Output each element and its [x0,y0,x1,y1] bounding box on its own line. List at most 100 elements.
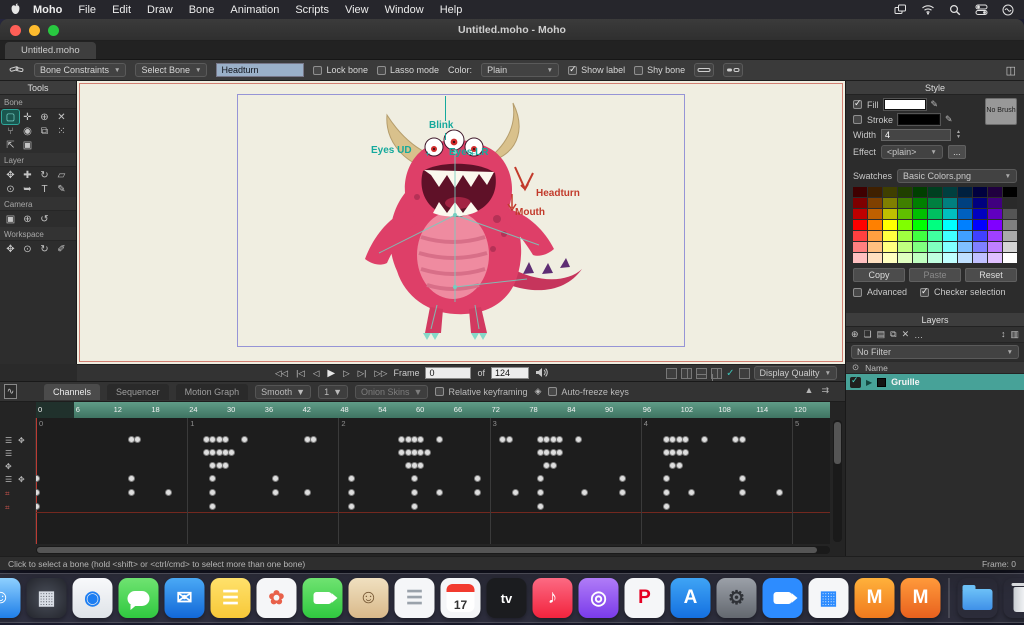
new-bone-layer-button[interactable]: ⊕ [851,329,859,340]
keyframe-channel-row-1-f16[interactable] [133,436,141,443]
jump-start-button[interactable]: ◁◁ [275,368,288,379]
dock-launchpad-icon[interactable]: ▦ [26,578,67,618]
bind-points-tool-icon[interactable]: ⁙ [53,124,70,138]
scroll-to-frame-icon[interactable]: ▲ [805,385,814,396]
dock-photos-icon[interactable]: ✿ [256,578,297,618]
layer-filter-dropdown[interactable]: No Filter ▼ [851,345,1019,359]
keyframe-channel-row-4-f112[interactable] [738,475,746,482]
more-options-button[interactable]: … [914,330,923,340]
audio-mute-icon[interactable] [535,367,548,380]
new-layer-button[interactable]: ▤ [877,329,886,340]
zoom-camera-tool-icon[interactable]: ⊕ [19,212,36,226]
keyframe-shield-icon[interactable]: ◈ [534,386,541,397]
single-view-toggle[interactable] [666,367,678,379]
swatch-cell-0-1[interactable] [868,187,882,197]
no-brush-button[interactable]: No Brush [985,98,1017,125]
swatch-cell-1-1[interactable] [868,198,882,208]
set-origin-tool-icon[interactable]: ⊙ [2,182,19,196]
keyframe-channel-row-4-f50[interactable] [348,475,355,482]
swatch-cell-3-0[interactable] [853,220,867,230]
dock-trash-icon[interactable] [1004,578,1024,618]
swatch-cell-6-2[interactable] [883,253,897,263]
swatch-cell-5-9[interactable] [988,242,1002,252]
swatch-cell-4-3[interactable] [898,231,912,241]
split-vertical-toggle[interactable] [681,367,693,379]
swatch-cell-3-4[interactable] [913,220,927,230]
menu-edit[interactable]: Edit [112,4,131,16]
swatch-cell-0-5[interactable] [928,187,942,197]
swatch-cell-3-9[interactable] [988,220,1002,230]
frame-ruler[interactable]: 0 6 12 18 24 30 36 42 48 54 60 66 72 78 84 90 96 102 108 11… [36,402,830,418]
bone-name-input[interactable] [216,63,305,77]
keyframe-channel-row-3-f102[interactable] [675,462,683,469]
stroke-checkbox[interactable] [853,115,862,124]
next-keyframe-button[interactable]: ▷| [358,368,367,379]
dock-pinterest-icon[interactable]: P [624,578,665,618]
keyframe-channel-row-5-f64[interactable] [436,489,444,496]
channel-row-4-channel-icon-1[interactable]: ✥ [18,475,25,484]
channel-row-3-channel-icon-0[interactable]: ✥ [5,462,12,471]
swatch-cell-0-4[interactable] [913,187,927,197]
menu-file[interactable]: File [78,4,96,16]
keyframe-channel-row-2-f62[interactable] [423,449,431,456]
pan-workspace-tool-icon[interactable]: ✥ [2,242,19,256]
reset-button[interactable]: Reset [965,268,1017,282]
keyframe-channel-row-1-f64[interactable] [436,436,444,443]
swatch-cell-3-2[interactable] [883,220,897,230]
canvas[interactable]: Blink Eyes UD Eyes LR + + Headturn Mouth [77,81,845,364]
swatch-cell-1-5[interactable] [928,198,942,208]
dock-facetime-icon[interactable] [302,578,343,618]
effect-dropdown[interactable]: <plain> ▼ [880,145,943,159]
swatch-cell-5-0[interactable] [853,242,867,252]
swatch-cell-4-4[interactable] [913,231,927,241]
layer-expand-arrow[interactable]: ▶ [866,378,872,387]
zoom-window-button[interactable] [48,25,59,36]
keyframe-channel-row-5-f112[interactable] [738,489,746,496]
keyframe-channel-row-6-f0[interactable] [36,503,40,510]
roll-camera-tool-icon[interactable]: ↺ [36,212,53,226]
keyframe-channel-row-6-f60[interactable] [411,503,418,510]
swatch-cell-3-1[interactable] [868,220,882,230]
lock-bone-checkbox[interactable]: Lock bone [313,65,368,75]
swatch-cell-4-8[interactable] [973,231,987,241]
dock-reminders-icon[interactable]: ☰ [394,578,435,618]
select-bone-dropdown[interactable]: Select Bone ▼ [135,63,208,77]
bone-constraints-dropdown[interactable]: Bone Constraints ▼ [34,63,127,77]
swatch-cell-4-7[interactable] [958,231,972,241]
add-bone-tool-icon[interactable]: ⊕ [36,110,53,124]
show-bones-button[interactable] [694,63,715,77]
keyframe-channel-row-5-f0[interactable] [36,489,40,496]
layer-row[interactable]: ▶ Gruille [846,374,1024,390]
keyframe-channel-row-4-f15[interactable] [127,475,135,482]
keyframe-channel-row-5-f70[interactable] [474,489,481,496]
stroke-width-input[interactable] [881,129,952,141]
fill-eyedropper-icon[interactable]: ✎ [931,99,939,110]
timeline-options-icon[interactable]: ⇉ [821,385,829,396]
keyframe-channel-row-5-f60[interactable] [411,489,418,496]
bone-outlines-button[interactable] [723,63,744,77]
swatch-cell-2-1[interactable] [868,209,882,219]
swatch-cell-4-5[interactable] [928,231,942,241]
shear-layer-tool-icon[interactable]: ▱ [53,168,70,182]
swatch-cell-6-6[interactable] [943,253,957,263]
keyframe-channel-row-2-f83[interactable] [555,449,563,456]
menu-animation[interactable]: Animation [230,4,279,16]
insert-text-tool-icon[interactable]: T [36,182,53,196]
dock-tv-icon[interactable]: tv [486,578,527,618]
keyframe-channel-row-2-f103[interactable] [681,449,689,456]
orbit-workspace-tool-icon[interactable]: ✐ [53,242,70,256]
dock-moho-icon[interactable]: M [854,578,895,618]
swatch-cell-1-4[interactable] [913,198,927,208]
safe-zone-toggle[interactable] [738,367,750,379]
keyframe-channel-row-1-f75[interactable] [505,436,513,443]
layer-number-dropdown[interactable]: 1 ▼ [318,384,348,399]
onion-skins-dropdown[interactable]: Onion Skins ▼ [355,384,429,399]
channel-row-5-channel-icon-0[interactable]: ⌗ [5,489,10,499]
advanced-checkbox[interactable] [853,287,862,297]
keyframe-channel-row-4-f93[interactable] [618,475,626,482]
swatch-cell-1-6[interactable] [943,198,957,208]
swatch-cell-1-2[interactable] [883,198,897,208]
translate-layer-tool-icon[interactable]: ✚ [19,168,36,182]
view-check-icon[interactable]: ✓ [726,368,734,379]
swatch-cell-6-7[interactable] [958,253,972,263]
